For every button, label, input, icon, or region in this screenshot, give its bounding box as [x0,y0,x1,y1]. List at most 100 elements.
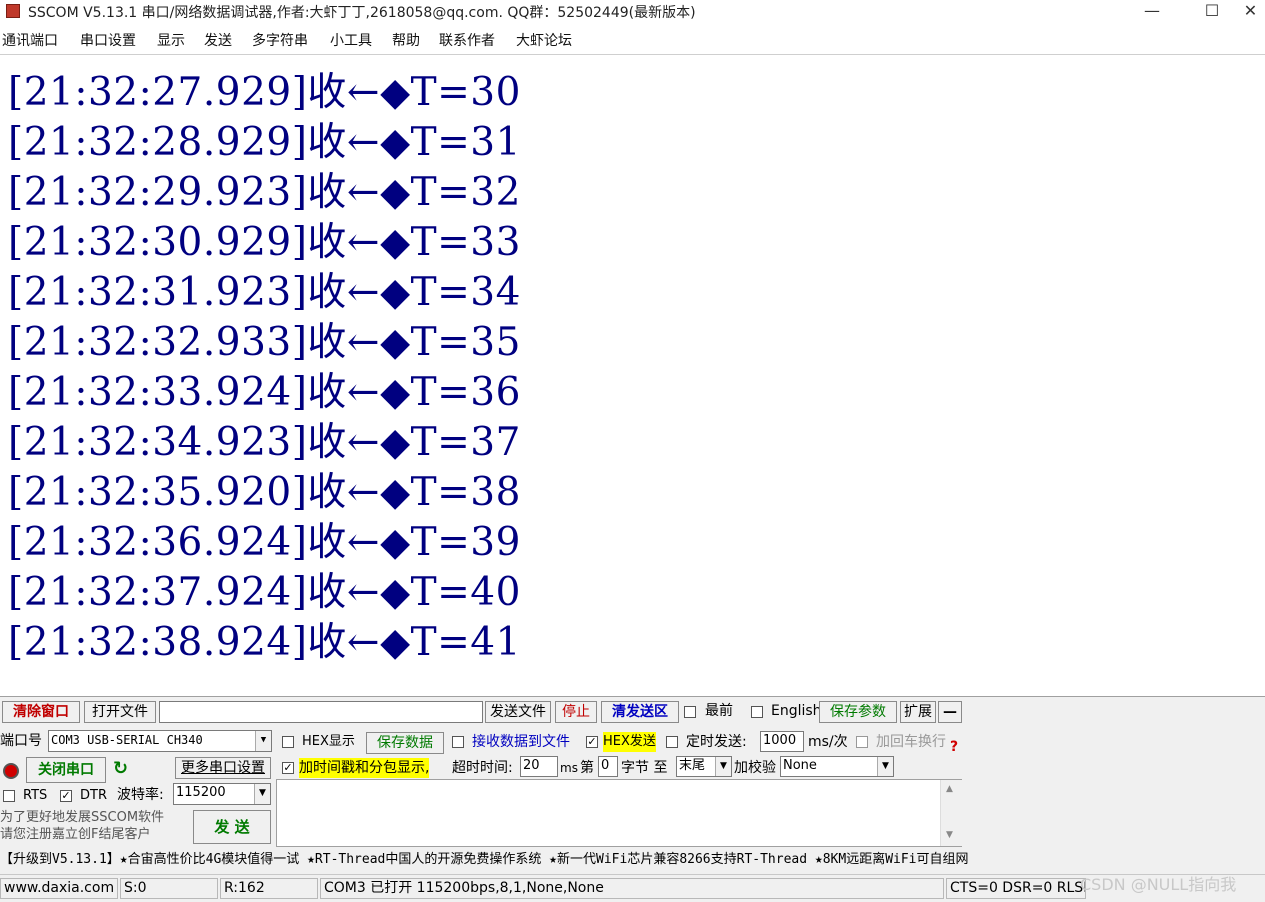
timestamp-checkbox[interactable]: ✓ [282,762,294,774]
byte-to-select[interactable]: 末尾 ▼ [676,756,732,777]
timed-send-checkbox[interactable] [666,736,678,748]
baud-label: 波特率: [117,787,164,803]
rts-checkbox[interactable] [3,790,15,802]
send-file-button[interactable]: 发送文件 [485,701,551,723]
receive-line: [21:32:35.920]收←◆T=38 [8,470,521,515]
receive-line: [21:32:33.924]收←◆T=36 [8,370,521,415]
minimize-button[interactable]: — [1122,0,1182,24]
title-bar: SSCOM V5.13.1 串口/网络数据调试器,作者:大虾丁丁,2618058… [0,0,1265,24]
received-count: R:162 [220,878,318,899]
receive-line: [21:32:27.929]收←◆T=30 [8,70,521,115]
close-port-button[interactable]: 关闭串口 [26,757,106,783]
checksum-select[interactable]: None ▼ [780,756,894,777]
maximize-button[interactable]: ☐ [1182,0,1242,24]
timestamp-label: 加时间戳和分包显示, [299,758,430,778]
timeout-input[interactable]: 20 [520,756,558,777]
append-crlf-checkbox[interactable] [856,736,868,748]
menu-display[interactable]: 显示 [157,30,185,50]
receive-line: [21:32:28.929]收←◆T=31 [8,120,521,165]
send-scrollbar[interactable]: ▲ ▼ [940,780,962,846]
open-file-button[interactable]: 打开文件 [84,701,156,723]
byte-to-value: 末尾 [679,758,706,773]
interval-input[interactable]: 1000 [760,731,804,752]
menu-help[interactable]: 帮助 [392,30,420,50]
checksum-label: 加校验 [734,760,776,776]
append-crlf-label: 加回车换行 [876,734,946,750]
topmost-checkbox[interactable] [684,706,696,718]
baud-value: 115200 [176,785,226,800]
english-label: English [771,703,822,719]
topmost-label: 最前 [705,703,733,719]
menu-multi-string[interactable]: 多字符串 [252,30,308,50]
refresh-icon[interactable]: ↻ [113,759,128,779]
stop-button[interactable]: 停止 [555,701,597,723]
recv-to-file-checkbox[interactable] [452,736,464,748]
hex-display-label: HEX显示 [302,734,355,749]
interval-unit: ms/次 [808,734,848,750]
chevron-down-icon: ▼ [255,731,271,751]
close-button[interactable]: ✕ [1236,0,1265,24]
menu-bar: 通讯端口 串口设置 显示 发送 多字符串 小工具 帮助 联系作者 大虾论坛 [0,30,1265,52]
collapse-button[interactable]: — [938,701,962,723]
watermark: CSDN @NULL指向我 [1080,875,1237,894]
menu-comm-port[interactable]: 通讯端口 [2,30,58,50]
port-status: COM3 已打开 115200bps,8,1,None,None [320,878,944,899]
app-icon [6,4,20,18]
promo-line-2[interactable]: 请您注册嘉立创F结尾客户 [0,826,150,843]
window-title: SSCOM V5.13.1 串口/网络数据调试器,作者:大虾丁丁,2618058… [28,5,696,21]
recv-to-file-label: 接收数据到文件 [472,734,570,750]
timed-send-label: 定时发送: [686,734,747,750]
hex-send-label: HEX发送 [603,732,656,752]
menu-serial-settings[interactable]: 串口设置 [80,30,136,50]
port-label: 端口号 [0,733,42,749]
scroll-down-icon[interactable]: ▼ [946,830,953,840]
clear-send-button[interactable]: 清发送区 [601,701,679,723]
send-button[interactable]: 发 送 [193,810,271,844]
sent-count: S:0 [120,878,218,899]
receive-line: [21:32:38.924]收←◆T=41 [8,620,521,665]
chevron-down-icon: ▼ [254,784,270,804]
file-path-field[interactable] [159,701,483,723]
byte-from-label: 第 [580,760,594,776]
hex-display-checkbox[interactable] [282,736,294,748]
save-params-button[interactable]: 保存参数 [819,701,897,723]
byte-unit-label: 字节 至 [621,760,668,776]
website-link[interactable]: www.daxia.com [0,878,118,899]
menu-send[interactable]: 发送 [204,30,232,50]
byte-from-input[interactable]: 0 [598,756,618,777]
timeout-label: 超时时间: [452,760,513,776]
english-checkbox[interactable] [751,706,763,718]
menu-forum[interactable]: 大虾论坛 [516,30,572,50]
receive-line: [21:32:36.924]收←◆T=39 [8,520,521,565]
baud-select[interactable]: 115200 ▼ [173,783,271,805]
status-bar: www.daxia.com S:0 R:162 COM3 已打开 115200b… [0,874,1265,902]
record-icon [3,763,19,779]
rts-label: RTS [23,788,48,803]
clear-window-button[interactable]: 清除窗口 [2,701,80,723]
control-panel: 清除窗口 打开文件 发送文件 停止 清发送区 最前 English 保存参数 扩… [0,696,1265,902]
promo-ticker[interactable]: 【升级到V5.13.1】★合宙高性价比4G模块值得一试 ★RT-Thread中国… [0,850,969,870]
dtr-label: DTR [80,788,107,803]
scroll-up-icon[interactable]: ▲ [946,784,953,794]
send-textarea[interactable] [276,779,962,847]
signal-status: CTS=0 DSR=0 RLSD=0 [946,878,1086,899]
receive-line: [21:32:29.923]收←◆T=32 [8,170,521,215]
menu-contact-author[interactable]: 联系作者 [439,30,495,50]
help-icon[interactable]: ? [950,737,958,757]
receive-line: [21:32:34.923]收←◆T=37 [8,420,521,465]
port-select[interactable]: COM3 USB-SERIAL CH340 ▼ [48,730,272,752]
chevron-down-icon: ▼ [877,757,893,776]
hex-send-checkbox[interactable]: ✓ [586,736,598,748]
checksum-value: None [783,758,817,773]
save-data-button[interactable]: 保存数据 [366,732,444,754]
promo-line-1[interactable]: 为了更好地发展SSCOM软件 [0,809,164,826]
more-port-settings-button[interactable]: 更多串口设置 [175,757,271,779]
receive-area[interactable]: [21:32:27.929]收←◆T=30 [21:32:28.929]收←◆T… [0,55,1265,695]
menu-tools[interactable]: 小工具 [330,30,372,50]
receive-line: [21:32:32.933]收←◆T=35 [8,320,521,365]
timeout-unit: ms [560,761,578,775]
chevron-down-icon: ▼ [715,757,731,776]
receive-line: [21:32:31.923]收←◆T=34 [8,270,521,315]
expand-button[interactable]: 扩展 [900,701,936,723]
dtr-checkbox[interactable]: ✓ [60,790,72,802]
